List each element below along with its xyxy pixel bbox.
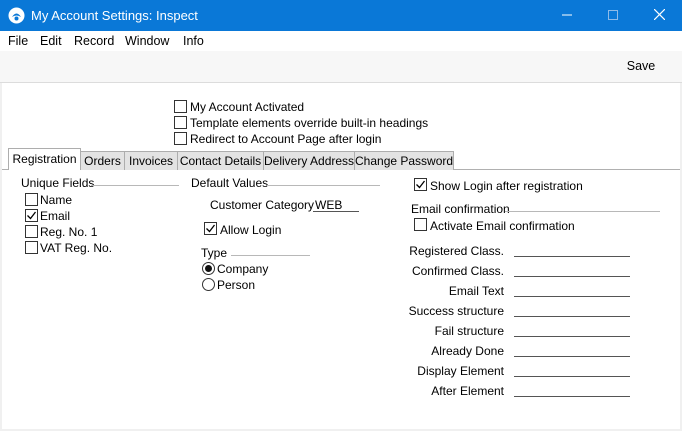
- window-title: My Account Settings: Inspect: [31, 8, 198, 23]
- type-heading: Type: [201, 246, 228, 260]
- toolbar: [0, 51, 682, 83]
- default-values-divider: [267, 185, 380, 186]
- save-button[interactable]: Save: [620, 59, 662, 77]
- checkmark-icon: [206, 224, 216, 233]
- checkmark-icon: [27, 211, 37, 220]
- menu-edit[interactable]: Edit: [40, 34, 62, 48]
- unique-vatregno-checkbox[interactable]: [25, 241, 38, 254]
- type-company-label: Company: [217, 262, 269, 276]
- template-override-label: Template elements override built-in head…: [190, 116, 429, 130]
- menu-file[interactable]: File: [8, 34, 28, 48]
- unique-email-checkbox[interactable]: [25, 209, 38, 222]
- type-divider: [231, 255, 310, 256]
- success-structure-label: Success structure: [408, 304, 504, 318]
- my-account-activated-checkbox[interactable]: [174, 100, 187, 113]
- after-element-label: After Element: [431, 384, 504, 398]
- unique-fields-divider: [91, 185, 179, 186]
- close-icon: [653, 8, 665, 23]
- tab-delivery-address[interactable]: Delivery Address: [263, 151, 355, 170]
- type-person-radio[interactable]: [202, 278, 215, 291]
- my-account-activated-label: My Account Activated: [190, 100, 305, 114]
- tab-invoices[interactable]: Invoices: [124, 151, 178, 170]
- allow-login-checkbox[interactable]: [204, 222, 217, 235]
- confirmed-class-field[interactable]: [514, 276, 630, 277]
- email-confirmation-heading: Email confirmation: [411, 202, 510, 216]
- type-company-radio[interactable]: [202, 262, 215, 275]
- already-done-field[interactable]: [514, 356, 630, 357]
- unique-fields-heading: Unique Fields: [21, 176, 95, 190]
- customer-category-underline: [313, 211, 359, 212]
- fail-structure-label: Fail structure: [434, 324, 504, 338]
- app-logo-icon: [8, 7, 25, 24]
- allow-login-label: Allow Login: [220, 223, 282, 237]
- maximize-button[interactable]: [590, 0, 636, 31]
- redirect-account-label: Redirect to Account Page after login: [190, 132, 382, 146]
- close-button[interactable]: [636, 0, 682, 31]
- registered-class-field[interactable]: [514, 256, 630, 257]
- confirmed-class-label: Confirmed Class.: [411, 264, 504, 278]
- minimize-icon: [562, 9, 572, 23]
- success-structure-field[interactable]: [514, 316, 630, 317]
- show-login-label: Show Login after registration: [430, 179, 583, 193]
- redirect-account-checkbox[interactable]: [174, 132, 187, 145]
- show-login-checkbox[interactable]: [414, 178, 427, 191]
- radio-selected-dot: [205, 265, 212, 272]
- unique-name-label: Name: [40, 193, 73, 207]
- activate-email-checkbox[interactable]: [414, 218, 427, 231]
- menu-record[interactable]: Record: [74, 34, 114, 48]
- unique-vatregno-label: VAT Reg. No.: [40, 241, 113, 255]
- unique-name-checkbox[interactable]: [25, 193, 38, 206]
- tab-registration[interactable]: Registration: [8, 148, 81, 170]
- customer-category-field[interactable]: WEB: [315, 198, 342, 212]
- template-override-checkbox[interactable]: [174, 116, 187, 129]
- registered-class-label: Registered Class.: [409, 244, 504, 258]
- type-person-label: Person: [217, 278, 256, 292]
- tab-contact-details[interactable]: Contact Details: [177, 151, 264, 170]
- unique-regno-label: Reg. No. 1: [40, 225, 98, 239]
- menu-window[interactable]: Window: [125, 34, 169, 48]
- checkmark-icon: [416, 180, 426, 189]
- unique-regno-checkbox[interactable]: [25, 225, 38, 238]
- email-text-field[interactable]: [514, 296, 630, 297]
- after-element-field[interactable]: [514, 396, 630, 397]
- fail-structure-field[interactable]: [514, 336, 630, 337]
- email-confirmation-divider: [505, 211, 660, 212]
- tab-change-password[interactable]: Change Password: [354, 151, 454, 170]
- display-element-label: Display Element: [417, 364, 504, 378]
- tab-orders[interactable]: Orders: [80, 151, 125, 170]
- email-text-label: Email Text: [448, 284, 504, 298]
- already-done-label: Already Done: [431, 344, 504, 358]
- customer-category-label: Customer Category: [210, 198, 315, 212]
- menu-info[interactable]: Info: [183, 34, 204, 48]
- display-element-field[interactable]: [514, 376, 630, 377]
- unique-email-label: Email: [40, 209, 71, 223]
- minimize-button[interactable]: [544, 0, 590, 31]
- activate-email-label: Activate Email confirmation: [430, 219, 575, 233]
- maximize-icon: [608, 9, 618, 23]
- default-values-heading: Default Values: [191, 176, 269, 190]
